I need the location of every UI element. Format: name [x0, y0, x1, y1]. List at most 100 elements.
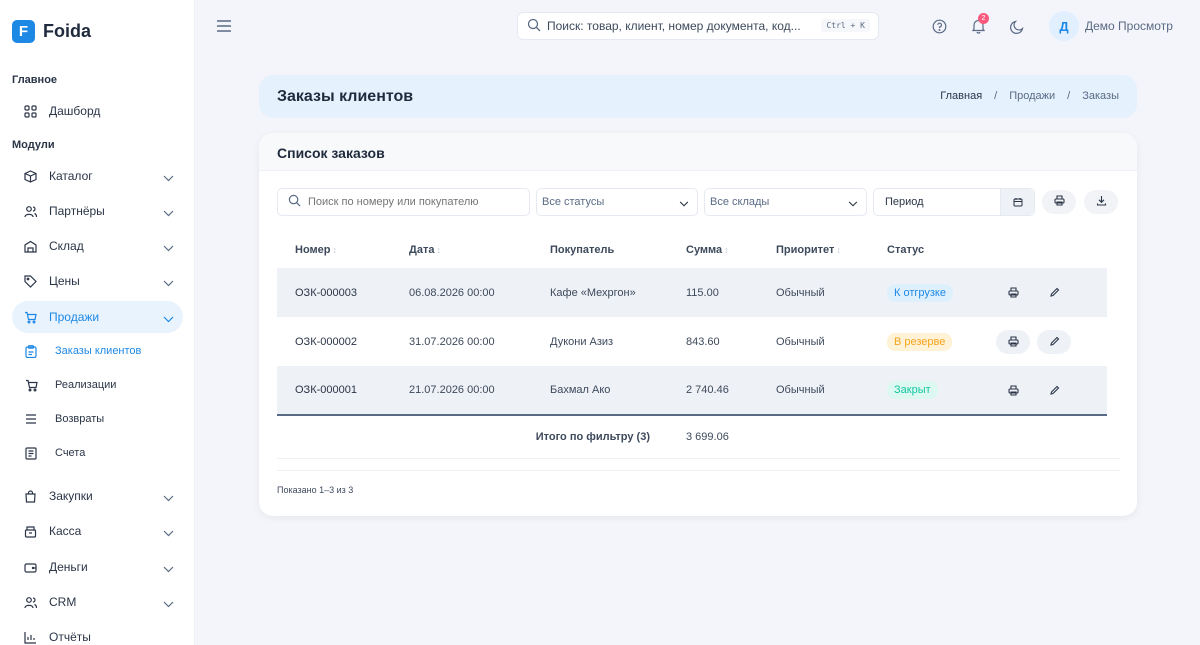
order-number[interactable]: ОЗК-000002 [277, 317, 391, 366]
sidebar-item-label: Отчёты [49, 630, 91, 644]
sidebar-item-label: Деньги [49, 560, 88, 574]
sidebar-item-label: Партнёры [49, 204, 105, 218]
order-number[interactable]: ОЗК-000003 [277, 268, 391, 317]
sidebar-subitem-label: Реализации [55, 379, 117, 391]
card-title: Список заказов [259, 133, 1137, 171]
orders-search[interactable] [277, 188, 530, 216]
order-number[interactable]: ОЗК-000001 [277, 366, 391, 415]
orders-card: Список заказов Все статусы Все склады Пе… [259, 133, 1137, 516]
sidebar-item-label: Продажи [49, 310, 100, 324]
brand[interactable]: F Foida [12, 20, 91, 43]
warehouse-select-value: Все склады [710, 196, 770, 208]
sidebar-subitem-label: Заказы клиентов [55, 345, 142, 357]
table-row[interactable]: ОЗК-000002 31.07.2026 00:00 Дукони Азиз … [277, 317, 1107, 366]
global-search[interactable]: Ctrl + K [517, 12, 879, 40]
user-name[interactable]: Демо Просмотр [1085, 19, 1173, 33]
warehouse-select[interactable]: Все склады [704, 188, 867, 216]
period-picker[interactable]: Период [873, 188, 1035, 216]
global-search-input[interactable] [547, 19, 817, 33]
chevron-down-icon [679, 198, 689, 210]
moon-icon[interactable] [1008, 17, 1026, 35]
sidebar-subitem-orders[interactable]: Заказы клиентов [24, 337, 184, 365]
breadcrumb-separator: / [994, 90, 998, 102]
sidebar-item-partners[interactable]: Партнёры [12, 195, 183, 227]
row-print-button[interactable] [996, 329, 1030, 354]
row-actions [996, 317, 1107, 366]
sidebar-item-label: Дашборд [49, 104, 101, 118]
row-print-button[interactable] [996, 281, 1030, 305]
order-buyer: Бахмал Ако [532, 366, 668, 415]
order-sum: 2 740.46 [668, 366, 758, 415]
status-badge: К отгрузке [887, 283, 953, 302]
status-select-value: Все статусы [542, 196, 605, 208]
breadcrumb-separator: / [1067, 90, 1071, 102]
receipt-icon [24, 446, 38, 460]
sidebar-item-cashbox[interactable]: Касса [12, 515, 183, 547]
sidebar-item-catalog[interactable]: Каталог [12, 160, 183, 192]
order-priority: Обычный [776, 335, 825, 348]
sidebar-item-sales[interactable]: Продажи [12, 301, 183, 333]
row-print-button[interactable] [996, 378, 1030, 402]
sidebar-subitem-invoices[interactable]: Счета [24, 439, 184, 467]
column-header-buyer: Покупатель [550, 243, 615, 256]
clipboard-icon [24, 344, 38, 358]
column-header-date[interactable]: Дата ↕ [391, 231, 532, 268]
row-edit-button[interactable] [1037, 281, 1071, 305]
menu-toggle-icon[interactable] [216, 19, 232, 33]
order-sum: 115.00 [668, 268, 758, 317]
table-row[interactable]: ОЗК-000001 21.07.2026 00:00 Бахмал Ако 2… [277, 366, 1107, 415]
users-icon [23, 595, 37, 609]
order-priority: Обычный [758, 366, 869, 415]
sidebar: F Foida Главное Дашборд Модули Каталог П… [0, 0, 195, 645]
page-title: Заказы клиентов [277, 87, 414, 105]
status-select[interactable]: Все статусы [536, 188, 698, 216]
order-buyer: Кафе «Мехргон» [532, 268, 668, 317]
breadcrumb-sales[interactable]: Продажи [1009, 90, 1055, 102]
pagination-info: Показано 1–3 из 3 [277, 485, 354, 495]
list-icon [24, 412, 38, 426]
warehouse-icon [23, 239, 37, 253]
column-header-sum[interactable]: Сумма ↕ [668, 231, 758, 268]
breadcrumb-home[interactable]: Главная [940, 90, 982, 102]
sidebar-item-money[interactable]: Деньги [12, 551, 183, 583]
box-icon [23, 169, 37, 183]
sidebar-item-prices[interactable]: Цены [12, 265, 183, 297]
column-header-number[interactable]: Номер ↕ [277, 231, 391, 268]
order-sum: 843.60 [686, 335, 720, 348]
status-badge: В резерве [887, 332, 953, 351]
print-button[interactable] [1042, 190, 1076, 214]
sidebar-item-reports[interactable]: Отчёты [12, 621, 183, 645]
period-picker-value: Период [885, 196, 924, 208]
section-main-title: Главное [12, 74, 58, 86]
chevron-down-icon [163, 597, 174, 611]
search-icon [527, 18, 541, 35]
sidebar-item-warehouse[interactable]: Склад [12, 230, 183, 262]
calendar-icon[interactable] [1000, 189, 1034, 215]
sidebar-item-crm[interactable]: CRM [12, 586, 183, 618]
column-header-priority[interactable]: Приоритет ↕ [758, 231, 869, 268]
row-edit-button[interactable] [1037, 329, 1072, 354]
order-status-cell: В резерве [869, 317, 996, 366]
sidebar-item-purchases[interactable]: Закупки [12, 480, 183, 512]
cart-icon [24, 378, 38, 392]
order-date: 06.08.2026 00:00 [391, 268, 532, 317]
help-icon[interactable] [930, 17, 948, 35]
printer-icon [1053, 195, 1065, 209]
order-priority: Обычный [758, 268, 869, 317]
sidebar-item-label: Каталог [49, 169, 93, 183]
shortcut-hint: Ctrl + K [821, 19, 870, 32]
register-icon [23, 524, 37, 538]
sidebar-subitem-realizations[interactable]: Реализации [24, 371, 184, 399]
users-icon [23, 204, 37, 218]
row-edit-button[interactable] [1037, 378, 1071, 402]
table-header-row: Номер ↕ Дата ↕ Покупатель Сумма ↕ Приоритет… [277, 231, 1107, 268]
sidebar-subitem-returns[interactable]: Возвраты [24, 405, 184, 433]
sidebar-item-dashboard[interactable]: Дашборд [12, 95, 183, 127]
wallet-icon [23, 560, 37, 574]
orders-search-input[interactable] [308, 196, 518, 208]
avatar[interactable]: Д [1049, 11, 1079, 41]
download-button[interactable] [1084, 190, 1118, 214]
chevron-down-icon [163, 206, 174, 220]
table-row[interactable]: ОЗК-000003 06.08.2026 00:00 Кафе «Мехрго… [277, 268, 1107, 317]
chevron-down-icon [163, 312, 174, 326]
